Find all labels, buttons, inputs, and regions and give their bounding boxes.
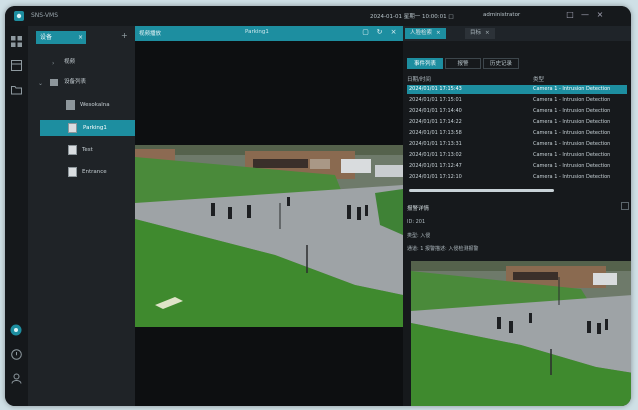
detail-section-title: 报警详情	[407, 206, 430, 212]
tree-root-label: 视频	[64, 59, 76, 65]
right-panel-header: 人脸检索 × 目标 ×	[403, 26, 631, 41]
table-row[interactable]: 2024/01/01 17:15:01 Camera 1 - Intrusion…	[407, 96, 627, 105]
tab-devices-label: 设备	[40, 34, 53, 41]
close-video-button[interactable]: ×	[389, 28, 398, 37]
expand-button[interactable]	[621, 202, 629, 210]
row-type: Camera 1 - Intrusion Detection	[533, 152, 611, 158]
event-snapshot[interactable]	[411, 261, 631, 406]
column-header-type[interactable]: 类型	[533, 75, 544, 83]
settings-icon[interactable]	[10, 324, 22, 336]
row-type: Camera 1 - Intrusion Detection	[533, 174, 611, 180]
tree-group[interactable]: 设备列表	[50, 75, 130, 89]
camera-icon	[66, 100, 75, 110]
detail-prop: 类型: 入侵	[407, 233, 431, 239]
folder-icon[interactable]	[11, 84, 22, 95]
table-row[interactable]: 2024/01/01 17:15:43 Camera 1 - Intrusion…	[407, 85, 627, 94]
fullscreen-button[interactable]: ▢	[361, 28, 370, 37]
alert-icon[interactable]	[11, 349, 22, 360]
tree-item-parking1[interactable]: Parking1	[40, 120, 135, 136]
row-type: Camera 1 - Intrusion Detection	[533, 130, 611, 136]
detail-prop: ID: 201	[407, 219, 426, 225]
add-tab-button[interactable]: +	[121, 31, 128, 40]
segment-alarms[interactable]: 报警	[445, 58, 481, 69]
tree-root[interactable]: 视频	[60, 55, 130, 69]
table-row[interactable]: 2024/01/01 17:14:22 Camera 1 - Intrusion…	[407, 118, 627, 127]
folder-icon	[50, 79, 58, 86]
row-time: 2024/01/01 17:13:31	[409, 141, 462, 147]
row-type: Camera 1 - Intrusion Detection	[533, 86, 611, 92]
tab-targets[interactable]: 目标 ×	[465, 28, 495, 39]
datetime-text: 2024-01-01 星期一 10:00:01 □	[370, 14, 454, 20]
table-row[interactable]: 2024/01/01 17:13:58 Camera 1 - Intrusion…	[407, 129, 627, 138]
chevron-down-icon[interactable]: ⌄	[38, 80, 43, 87]
tree-item-label: Entrance	[82, 169, 107, 175]
device-tree-panel: 设备 × + › 视频 ⌄ 设备列表 Wesokalna Parking1 Te…	[28, 26, 135, 406]
layout-icon[interactable]	[11, 60, 22, 71]
video-player[interactable]	[135, 41, 403, 406]
table-row[interactable]: 2024/01/01 17:12:10 Camera 1 - Intrusion…	[407, 173, 627, 182]
row-type: Camera 1 - Intrusion Detection	[533, 141, 611, 147]
row-time: 2024/01/01 17:13:02	[409, 152, 462, 158]
camera-feed-image	[135, 41, 403, 406]
tree-item-wesokalna[interactable]: Wesokalna	[66, 98, 128, 112]
segment-history[interactable]: 历史记录	[483, 58, 519, 69]
detail-prop: 通道: 1 报警描述: 入侵检测报警	[407, 246, 479, 252]
row-time: 2024/01/01 17:12:10	[409, 174, 462, 180]
column-header-time[interactable]: 日期/时间	[407, 75, 431, 83]
row-time: 2024/01/01 17:15:01	[409, 97, 462, 103]
app-title: SNS-VMS	[31, 12, 59, 19]
app-window: SNS-VMS 2024-01-01 星期一 10:00:01 □ admini…	[5, 6, 631, 406]
user-icon[interactable]	[11, 373, 22, 384]
camera-icon	[68, 123, 77, 133]
tab-label: 目标	[470, 30, 482, 36]
table-row[interactable]: 2024/01/01 17:13:02 Camera 1 - Intrusion…	[407, 151, 627, 160]
close-icon[interactable]: ×	[485, 30, 490, 36]
chevron-right-icon[interactable]: ›	[52, 60, 54, 67]
row-type: Camera 1 - Intrusion Detection	[533, 119, 611, 125]
grid-icon[interactable]	[11, 36, 22, 47]
row-time: 2024/01/01 17:13:58	[409, 130, 462, 136]
tree-item-label: Test	[82, 147, 93, 153]
title-bar: SNS-VMS 2024-01-01 星期一 10:00:01 □ admini…	[5, 6, 631, 26]
row-time: 2024/01/01 17:15:43	[409, 86, 462, 92]
row-type: Camera 1 - Intrusion Detection	[533, 97, 611, 103]
snapshot-image	[411, 261, 631, 406]
table-row[interactable]: 2024/01/01 17:14:40 Camera 1 - Intrusion…	[407, 107, 627, 116]
tree-item-label: Parking1	[83, 125, 107, 131]
minimize-button[interactable]: —	[580, 10, 590, 20]
camera-icon	[68, 145, 77, 155]
video-title: 视频播放	[139, 31, 162, 37]
row-time: 2024/01/01 17:12:47	[409, 163, 462, 169]
tab-devices[interactable]: 设备 ×	[36, 31, 86, 44]
tab-face-search[interactable]: 人脸检索 ×	[405, 28, 446, 39]
refresh-button[interactable]: ↻	[375, 28, 384, 37]
tab-label: 人脸检索	[410, 30, 433, 36]
row-type: Camera 1 - Intrusion Detection	[533, 163, 611, 169]
tree-item-entrance[interactable]: Entrance	[68, 165, 128, 179]
camera-name: Parking1	[245, 29, 269, 35]
tree-item-test[interactable]: Test	[68, 143, 128, 157]
row-type: Camera 1 - Intrusion Detection	[533, 108, 611, 114]
tree-item-label: Wesokalna	[80, 102, 110, 108]
segment-events[interactable]: 事件列表	[407, 58, 443, 69]
table-row[interactable]: 2024/01/01 17:13:31 Camera 1 - Intrusion…	[407, 140, 627, 149]
left-rail	[5, 26, 28, 406]
user-name[interactable]: administrator	[483, 12, 520, 18]
video-header: 视频播放 Parking1 ▢ ↻ ×	[135, 26, 403, 41]
row-time: 2024/01/01 17:14:22	[409, 119, 462, 125]
close-button[interactable]: ×	[595, 10, 605, 20]
row-time: 2024/01/01 17:14:40	[409, 108, 462, 114]
app-logo-icon	[14, 11, 24, 21]
horizontal-scrollbar[interactable]	[409, 189, 554, 192]
camera-icon	[68, 167, 77, 177]
close-icon[interactable]: ×	[436, 30, 441, 36]
tree-group-label: 设备列表	[64, 79, 87, 85]
close-icon[interactable]: ×	[78, 31, 83, 44]
table-row[interactable]: 2024/01/01 17:12:47 Camera 1 - Intrusion…	[407, 162, 627, 171]
maximize-button[interactable]: □	[565, 10, 575, 20]
